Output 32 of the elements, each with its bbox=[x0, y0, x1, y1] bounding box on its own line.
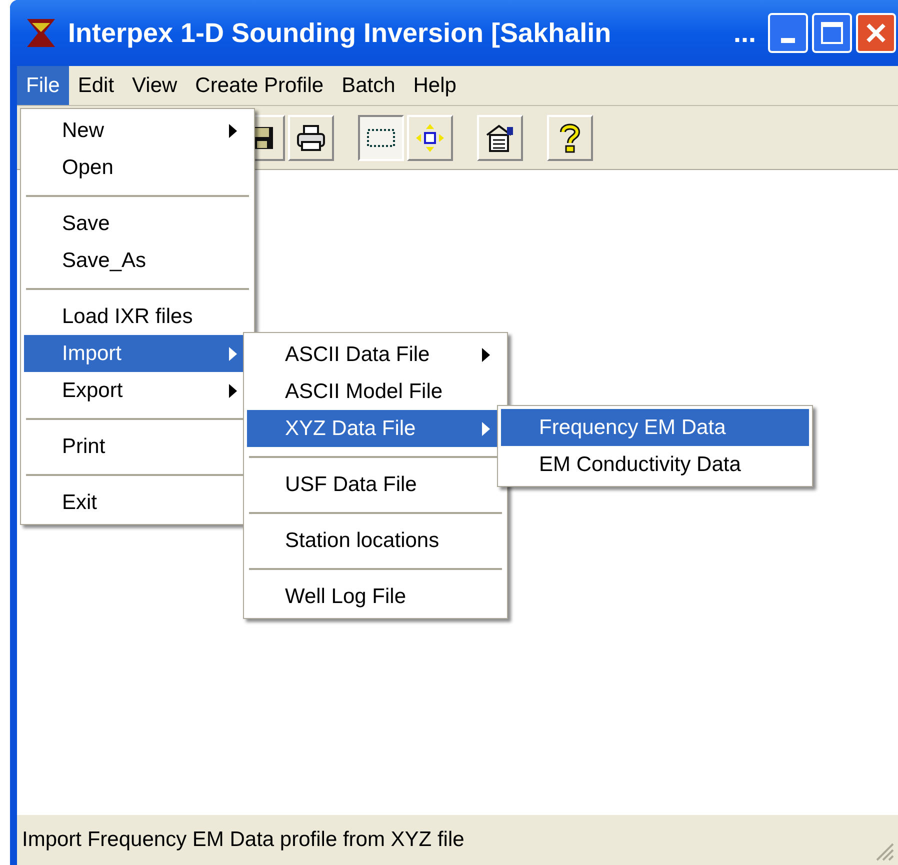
menu-item[interactable]: ASCII Model File bbox=[247, 373, 504, 410]
menu-item[interactable]: Open bbox=[24, 149, 251, 186]
move-arrows-icon bbox=[415, 122, 445, 152]
toolbar-button[interactable] bbox=[358, 114, 404, 160]
menu-item[interactable]: Well Log File bbox=[247, 578, 504, 615]
close-icon bbox=[865, 22, 887, 44]
close-button[interactable] bbox=[856, 13, 896, 53]
properties-icon bbox=[485, 122, 515, 152]
menu-bar-item[interactable]: Edit bbox=[68, 66, 124, 105]
menu-bar-item[interactable]: View bbox=[123, 66, 186, 105]
question-mark-icon bbox=[559, 122, 581, 152]
menu-item[interactable]: EM Conductivity Data bbox=[501, 446, 809, 483]
app-logo-icon bbox=[24, 16, 58, 50]
dashed-rectangle-icon bbox=[366, 126, 396, 148]
status-text: Import Frequency EM Data profile from XYZ file bbox=[22, 827, 466, 854]
menu-item[interactable]: Save_As bbox=[24, 242, 251, 279]
minimize-icon bbox=[781, 38, 795, 43]
menu-bar-item[interactable]: Help bbox=[404, 66, 466, 105]
menu-item[interactable]: Load IXR files bbox=[24, 298, 251, 335]
window-title: Interpex 1-D Sounding Inversion [Sakhalin bbox=[68, 16, 612, 50]
printer-icon bbox=[296, 124, 326, 152]
window-title: ... bbox=[733, 16, 756, 50]
menu-bar-item[interactable]: Create Profile bbox=[186, 66, 333, 105]
menu-item[interactable]: Station locations bbox=[247, 522, 504, 559]
menu-bar-item[interactable]: Batch bbox=[332, 66, 404, 105]
minimize-button[interactable] bbox=[768, 13, 808, 53]
menu-item[interactable]: Frequency EM Data bbox=[501, 409, 809, 446]
menu-item[interactable]: Save bbox=[24, 205, 251, 242]
menu-bar-item[interactable]: File bbox=[17, 66, 69, 105]
menu-item[interactable]: New bbox=[24, 112, 251, 149]
maximize-button[interactable] bbox=[812, 13, 852, 53]
maximize-icon bbox=[821, 22, 843, 44]
